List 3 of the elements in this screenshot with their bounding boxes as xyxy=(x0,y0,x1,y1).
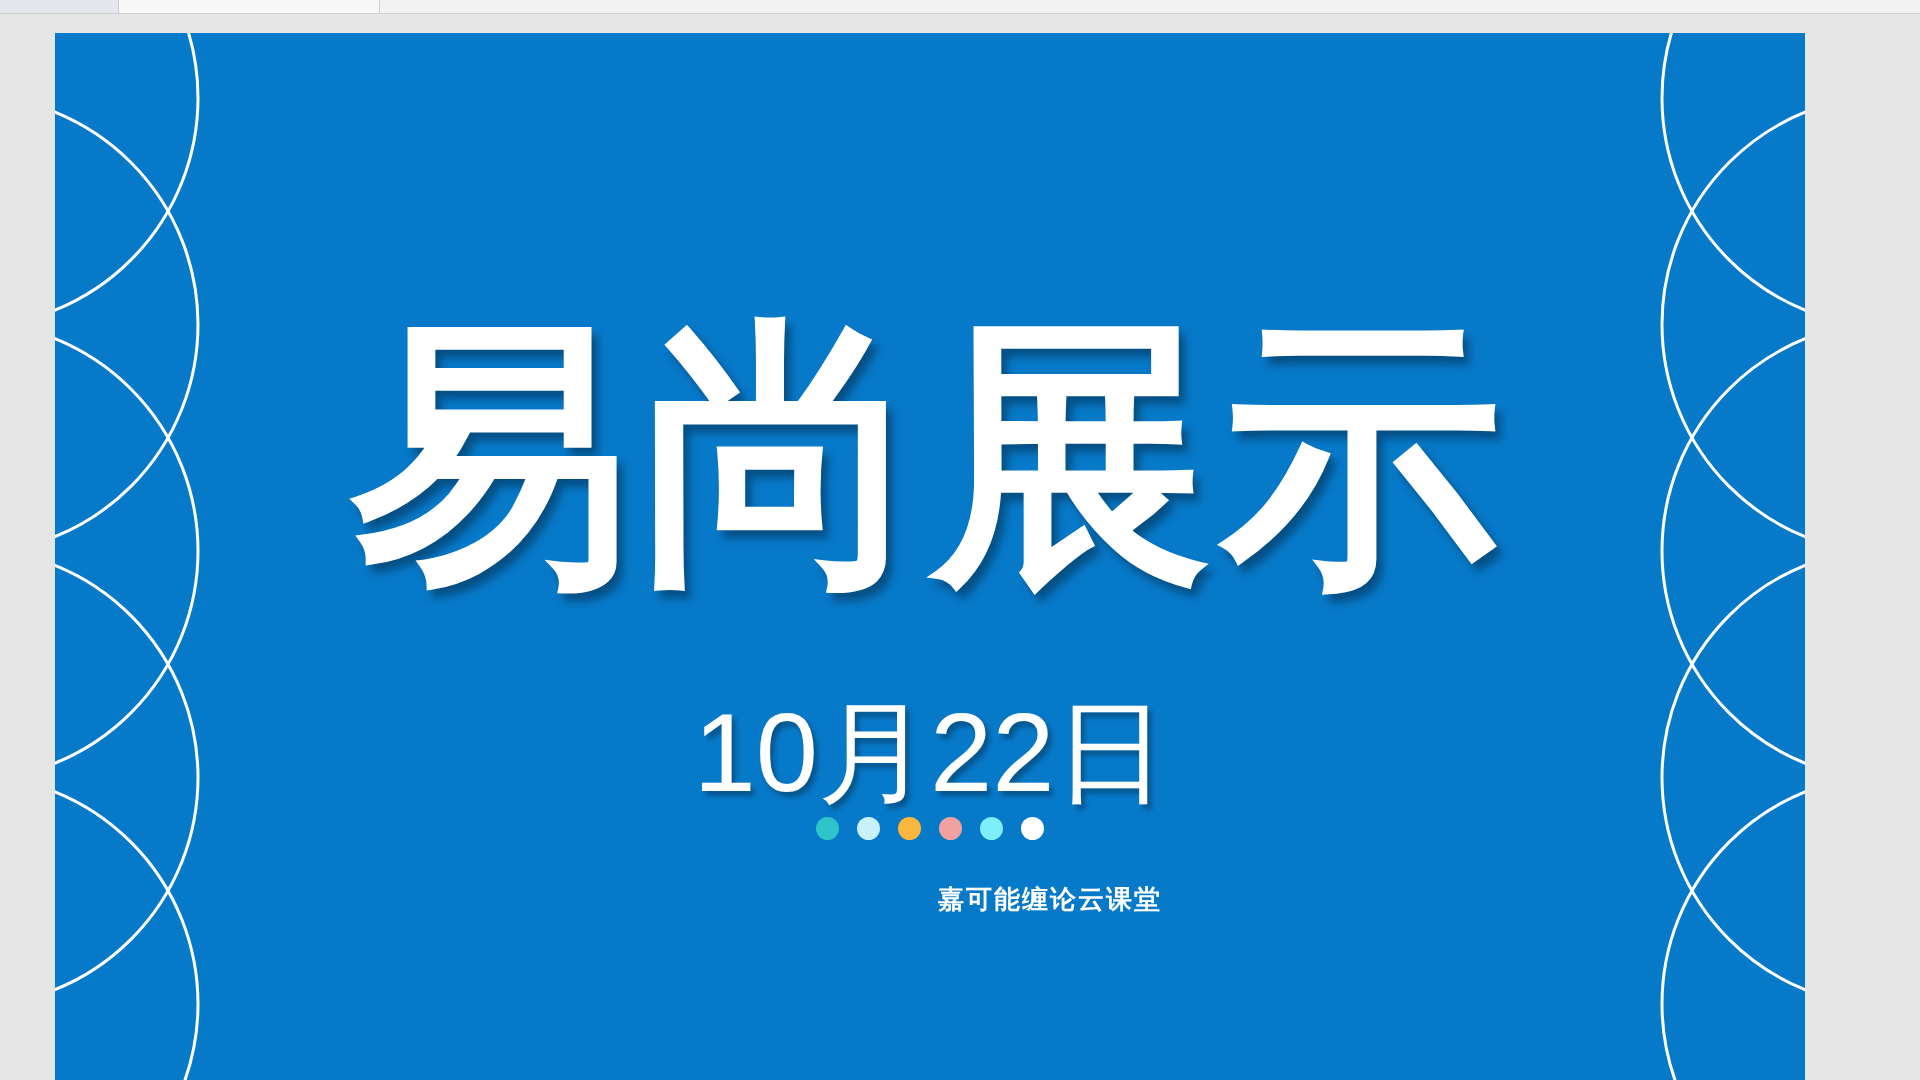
footer-text: 嘉可能缠论云课堂 xyxy=(938,884,1162,916)
slide-title: 易尚展示 xyxy=(350,315,1510,597)
slide-date: 10月22日 xyxy=(693,697,1167,809)
